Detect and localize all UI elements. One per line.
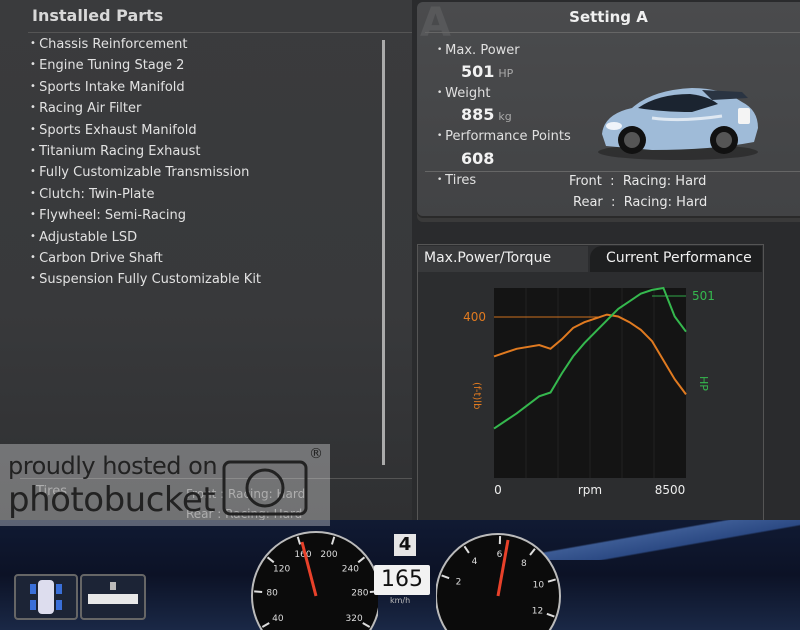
weight-value: 885 kg	[461, 105, 512, 124]
tachometer: 2 4 6 8 10 12	[436, 533, 561, 630]
gauge-tick-label: 200	[320, 550, 337, 560]
setting-title: Setting A	[569, 8, 648, 26]
x-tick-label: 8500	[655, 483, 686, 497]
front-value: Racing: Hard	[622, 174, 707, 189]
left-axis-label: (f-t)lb	[471, 382, 482, 409]
gauge-tick-label: 8	[521, 559, 527, 569]
divider	[425, 32, 800, 33]
part-item[interactable]: Suspension Fully Customizable Kit	[30, 269, 261, 290]
speedometer: 4080120160 200240280320	[251, 531, 378, 630]
gauge-tick-label: 2	[456, 578, 462, 588]
speed-readout: 165	[374, 565, 430, 595]
part-item[interactable]: Titanium Racing Exhaust	[30, 141, 261, 162]
weight-label: Weight	[437, 86, 490, 101]
car-image	[598, 88, 758, 160]
gauge-tick-label: 6	[497, 550, 503, 560]
gauge-tick-label: 240	[342, 565, 359, 575]
power-torque-chart: 400 501 (f-t)lb HP 0 rpm 8500	[463, 286, 715, 497]
speed-unit: km/h	[390, 596, 411, 605]
weight-number: 885	[461, 105, 495, 124]
part-item[interactable]: Chassis Reinforcement	[30, 34, 261, 55]
part-item[interactable]: Sports Intake Manifold	[30, 77, 261, 98]
gauge-tick-label: 80	[266, 589, 278, 599]
max-power-value: 501 HP	[461, 62, 513, 81]
tab-max-power-torque[interactable]: Max.Power/Torque	[418, 246, 588, 272]
part-item[interactable]: Adjustable LSD	[30, 227, 261, 248]
pp-label: Performance Points	[437, 129, 571, 144]
x-tick-label: 0	[494, 483, 502, 497]
gauge-tick-label: 280	[351, 589, 368, 599]
torque-marker-label: 400	[463, 310, 486, 324]
car-layout-icon	[14, 574, 78, 620]
scrollbar[interactable]	[382, 40, 385, 465]
registered-mark: ®	[309, 446, 323, 462]
camera-icon	[222, 460, 308, 516]
rear-value: Racing: Hard	[623, 195, 708, 210]
colon: :	[610, 174, 615, 189]
x-axis-label: rpm	[578, 483, 602, 497]
weight-unit: kg	[498, 110, 512, 123]
gauge-tick-label: 12	[532, 606, 543, 616]
tab-current-performance[interactable]: Current Performance	[590, 246, 762, 272]
divider	[28, 32, 412, 33]
gauge-tick-label: 4	[472, 557, 478, 567]
part-item[interactable]: Flywheel: Semi-Racing	[30, 205, 261, 226]
watermark-logo-text: photobucket	[8, 480, 216, 520]
gear-indicator: 4	[394, 534, 416, 556]
colon: :	[611, 195, 616, 210]
fuel-bar-icon	[88, 582, 138, 604]
part-item[interactable]: Racing Air Filter	[30, 98, 261, 119]
part-item[interactable]: Carbon Drive Shaft	[30, 248, 261, 269]
gauge-tick	[254, 590, 263, 593]
right-axis-label: HP	[697, 376, 710, 391]
tires-label: Tires	[437, 173, 476, 188]
part-item[interactable]: Sports Exhaust Manifold	[30, 120, 261, 141]
part-item[interactable]: Engine Tuning Stage 2	[30, 55, 261, 76]
gauge-tick-label: 10	[533, 580, 545, 590]
part-item[interactable]: Clutch: Twin-Plate	[30, 184, 261, 205]
gauge-tick-label: 320	[346, 614, 363, 624]
part-item[interactable]: Fully Customizable Transmission	[30, 162, 261, 183]
gauge-tick-label: 40	[272, 614, 284, 624]
watermark-text: proudly hosted on	[8, 452, 218, 480]
divider	[425, 171, 800, 172]
rear-label: Rear	[573, 195, 603, 210]
max-power-number: 501	[461, 62, 495, 81]
installed-parts-title: Installed Parts	[32, 6, 164, 25]
parts-list: Chassis Reinforcement Engine Tuning Stag…	[30, 34, 261, 291]
max-power-unit: HP	[498, 67, 514, 80]
front-tire: Front : Racing: Hard	[569, 174, 706, 189]
max-power-label: Max. Power	[437, 43, 519, 58]
gauge-tick-label: 120	[273, 565, 290, 575]
rear-tire: Rear : Racing: Hard	[573, 195, 707, 210]
front-label: Front	[569, 174, 602, 189]
fuel-gauge-icon	[80, 574, 146, 620]
pp-value: 608	[461, 149, 495, 168]
car-topview-icon	[30, 580, 62, 614]
power-marker-label: 501	[692, 289, 715, 303]
